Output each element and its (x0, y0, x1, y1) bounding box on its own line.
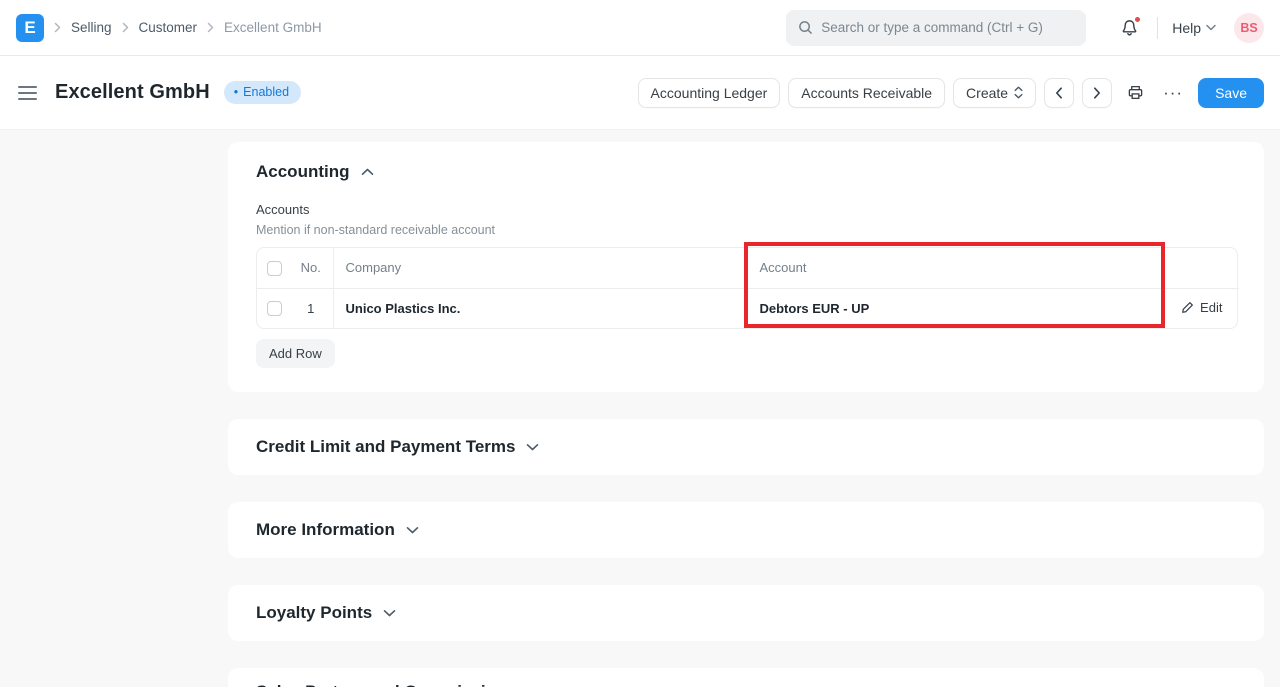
status-label: Enabled (243, 85, 289, 99)
section-loyalty-points-heading[interactable]: Loyalty Points (256, 603, 396, 623)
column-header-no: No. (289, 248, 333, 288)
save-button[interactable]: Save (1198, 78, 1264, 108)
section-accounting: Accounting Accounts Mention if non-stand… (228, 142, 1264, 392)
sidebar-toggle-button[interactable] (16, 81, 39, 105)
chevron-down-icon (383, 609, 396, 617)
section-title: Loyalty Points (256, 603, 372, 623)
chevron-right-icon (207, 22, 214, 33)
section-credit-limit-heading[interactable]: Credit Limit and Payment Terms (256, 437, 539, 457)
select-chevrons-icon (1014, 86, 1023, 99)
search-input[interactable] (821, 20, 1074, 35)
row-edit-button[interactable]: Edit (1181, 300, 1222, 315)
section-sales-partner-heading[interactable]: Sales Partner and Commission (256, 682, 1236, 687)
chevron-left-icon (1055, 87, 1063, 99)
breadcrumb-customer[interactable]: Customer (139, 20, 198, 35)
app-logo[interactable]: E (16, 14, 44, 42)
chevron-down-icon (406, 526, 419, 534)
search-icon (798, 20, 813, 35)
accounting-ledger-button[interactable]: Accounting Ledger (638, 78, 781, 108)
section-title: Credit Limit and Payment Terms (256, 437, 515, 457)
section-more-information-heading[interactable]: More Information (256, 520, 419, 540)
chevron-down-icon (1206, 24, 1216, 31)
page-header: Excellent GmbH • Enabled Accounting Ledg… (0, 56, 1280, 130)
accounts-grid: No. Company Account 1 Unico Plastics Inc… (256, 247, 1238, 329)
printer-icon (1127, 84, 1144, 101)
status-badge: • Enabled (224, 81, 301, 104)
print-button[interactable] (1120, 78, 1150, 108)
breadcrumb-selling[interactable]: Selling (71, 20, 112, 35)
form-body: Accounting Accounts Mention if non-stand… (0, 130, 1280, 687)
chevron-up-icon (361, 168, 374, 176)
section-title: More Information (256, 520, 395, 540)
company-cell[interactable]: Unico Plastics Inc. (333, 288, 747, 328)
section-sales-partner[interactable]: Sales Partner and Commission (228, 668, 1264, 687)
pencil-icon (1181, 301, 1194, 314)
section-title: Accounting (256, 162, 350, 182)
column-header-account: Account (747, 248, 1164, 288)
ellipsis-icon: ··· (1163, 84, 1183, 101)
navbar-right: Help BS (786, 10, 1264, 46)
column-header-company: Company (333, 248, 747, 288)
help-label: Help (1172, 20, 1201, 36)
column-header-edit (1164, 248, 1239, 288)
divider (1157, 17, 1158, 39)
app-logo-letter: E (24, 18, 35, 38)
notification-dot (1134, 16, 1141, 23)
chevron-down-icon (526, 443, 539, 451)
avatar[interactable]: BS (1234, 13, 1264, 43)
global-search[interactable] (786, 10, 1086, 46)
notifications-button[interactable] (1116, 14, 1143, 41)
breadcrumb-current-record[interactable]: Excellent GmbH (224, 20, 322, 35)
chevron-right-icon (122, 22, 129, 33)
chevron-right-icon (1093, 87, 1101, 99)
section-credit-limit[interactable]: Credit Limit and Payment Terms (228, 419, 1264, 475)
help-menu[interactable]: Help (1172, 20, 1216, 36)
add-row-button[interactable]: Add Row (256, 339, 335, 368)
section-title: Sales Partner and Commission (256, 682, 506, 687)
breadcrumb: E Selling Customer Excellent GmbH (16, 14, 322, 42)
row-checkbox[interactable] (267, 301, 282, 316)
section-accounting-heading[interactable]: Accounting (256, 162, 1236, 182)
page-title: Excellent GmbH (55, 81, 210, 104)
grid-header-row: No. Company Account (257, 248, 1239, 288)
accounts-receivable-button[interactable]: Accounts Receivable (788, 78, 945, 108)
create-dropdown-button[interactable]: Create (953, 78, 1036, 108)
avatar-initials: BS (1240, 21, 1257, 35)
chevron-right-icon (54, 22, 61, 33)
table-row[interactable]: 1 Unico Plastics Inc. Debtors EUR - UP E… (257, 288, 1239, 328)
row-number-cell: 1 (289, 288, 333, 328)
accounts-field-description: Mention if non-standard receivable accou… (256, 223, 1236, 237)
page-actions: Accounting Ledger Accounts Receivable Cr… (638, 78, 1264, 108)
account-cell[interactable]: Debtors EUR - UP (747, 288, 1164, 328)
menu-ellipsis-button[interactable]: ··· (1158, 78, 1188, 108)
section-loyalty-points[interactable]: Loyalty Points (228, 585, 1264, 641)
section-more-information[interactable]: More Information (228, 502, 1264, 558)
top-navbar: E Selling Customer Excellent GmbH Help (0, 0, 1280, 56)
accounts-field-label: Accounts (256, 202, 1236, 217)
previous-record-button[interactable] (1044, 78, 1074, 108)
status-dot: • (234, 85, 238, 99)
select-all-checkbox[interactable] (267, 261, 282, 276)
next-record-button[interactable] (1082, 78, 1112, 108)
